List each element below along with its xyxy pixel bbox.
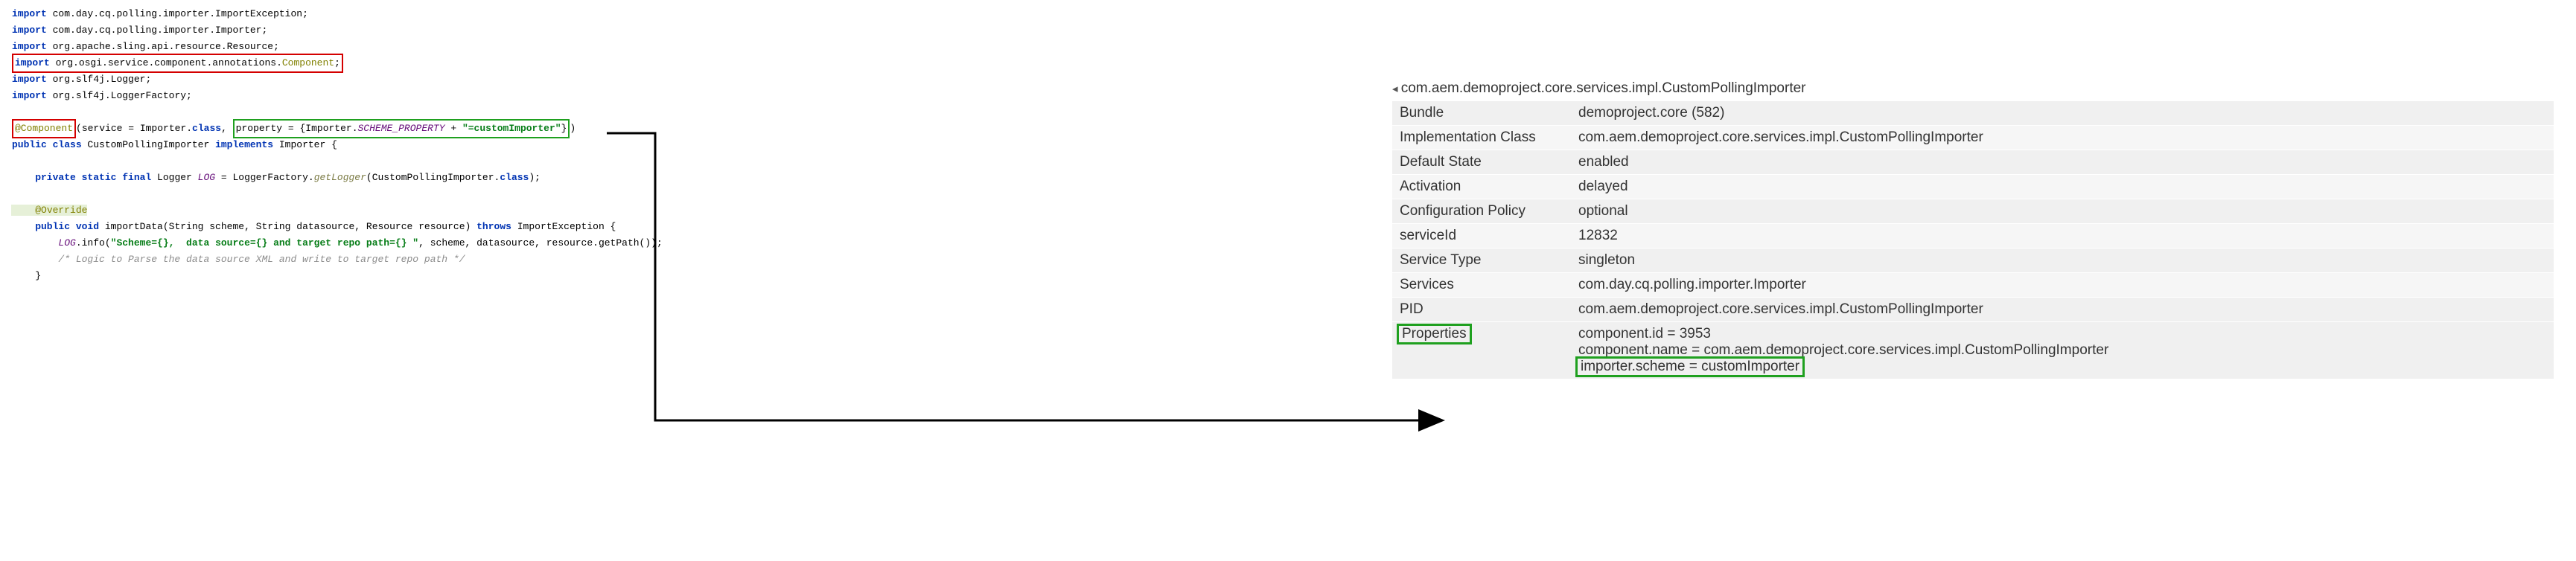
table-cell-value: optional	[1571, 199, 2554, 224]
properties-label: Properties	[1397, 324, 1472, 344]
log-statement: LOG.info("Scheme={}, data source={} and …	[12, 235, 648, 251]
comment-line: /* Logic to Parse the data source XML an…	[12, 251, 648, 268]
table-cell-value: singleton	[1571, 249, 2554, 273]
import-line: import org.slf4j.Logger;	[12, 71, 648, 88]
table-row: Servicescom.day.cq.polling.importer.Impo…	[1392, 273, 2554, 298]
blank-line	[12, 186, 648, 202]
table-cell-value: com.aem.demoproject.core.services.impl.C…	[1571, 126, 2554, 150]
import-line: import org.apache.sling.api.resource.Res…	[12, 39, 648, 55]
component-annotation: @Component(service = Importer.class, pro…	[12, 121, 648, 137]
properties-row: Properties component.id = 3953 component…	[1392, 322, 2554, 379]
table-cell-label: Configuration Policy	[1392, 199, 1571, 224]
table-cell-label: serviceId	[1392, 224, 1571, 249]
table-row: Implementation Classcom.aem.demoproject.…	[1392, 126, 2554, 150]
table-cell-value: com.day.cq.polling.importer.Importer	[1571, 273, 2554, 298]
import-line: import com.day.cq.polling.importer.Impor…	[12, 6, 648, 22]
service-details-panel: com.aem.demoproject.core.services.impl.C…	[1392, 80, 2554, 379]
blank-line	[12, 153, 648, 170]
table-cell-label: Implementation Class	[1392, 126, 1571, 150]
table-cell-label: Service Type	[1392, 249, 1571, 273]
blank-line	[12, 104, 648, 121]
table-cell-label: Services	[1392, 273, 1571, 298]
table-row: serviceId12832	[1392, 224, 2554, 249]
close-brace: }	[12, 268, 648, 284]
table-cell-label: Bundle	[1392, 101, 1571, 126]
panel-title: com.aem.demoproject.core.services.impl.C…	[1392, 80, 2554, 97]
table-row: PIDcom.aem.demoproject.core.services.imp…	[1392, 298, 2554, 322]
import-line: import com.day.cq.polling.importer.Impor…	[12, 22, 648, 39]
table-cell-label: Default State	[1392, 150, 1571, 175]
table-row: Activationdelayed	[1392, 175, 2554, 199]
table-cell-value: enabled	[1571, 150, 2554, 175]
method-declaration: public void importData(String scheme, St…	[12, 219, 648, 235]
import-line-highlighted: import org.osgi.service.component.annota…	[12, 55, 648, 71]
table-cell-label: Activation	[1392, 175, 1571, 199]
table-cell-value: demoproject.core (582)	[1571, 101, 2554, 126]
class-declaration: public class CustomPollingImporter imple…	[12, 137, 648, 153]
property-line-highlighted: importer.scheme = customImporter	[1575, 356, 1805, 377]
service-properties-table: Bundledemoproject.core (582)Implementati…	[1392, 101, 2554, 379]
table-row: Configuration Policyoptional	[1392, 199, 2554, 224]
table-row: Service Typesingleton	[1392, 249, 2554, 273]
table-cell-value: delayed	[1571, 175, 2554, 199]
code-editor: import com.day.cq.polling.importer.Impor…	[0, 0, 648, 561]
property-line: component.id = 3953	[1578, 326, 2546, 342]
connector-arrow	[603, 123, 1452, 450]
table-cell-value: 12832	[1571, 224, 2554, 249]
import-line: import org.slf4j.LoggerFactory;	[12, 88, 648, 104]
override-annotation: @Override	[12, 202, 648, 219]
table-row: Bundledemoproject.core (582)	[1392, 101, 2554, 126]
table-row: Default Stateenabled	[1392, 150, 2554, 175]
table-cell-label: PID	[1392, 298, 1571, 322]
logger-field: private static final Logger LOG = Logger…	[12, 170, 648, 186]
table-cell-value: com.aem.demoproject.core.services.impl.C…	[1571, 298, 2554, 322]
